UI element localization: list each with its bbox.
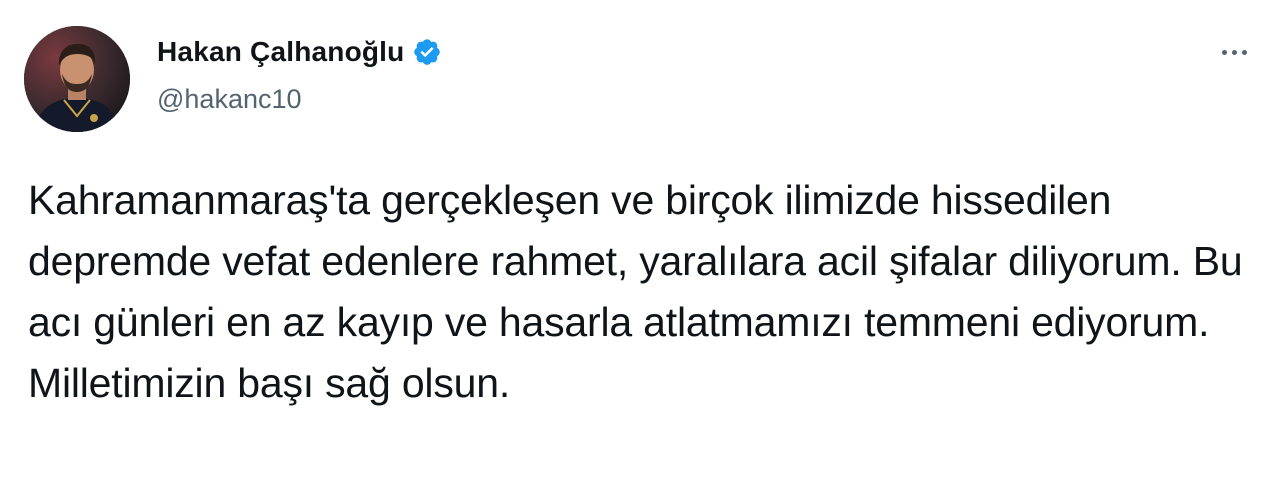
author-name-row: Hakan Çalhanoğlu	[157, 36, 442, 68]
more-options-icon	[1221, 49, 1227, 55]
avatar[interactable]	[24, 26, 130, 132]
display-name[interactable]: Hakan Çalhanoğlu	[157, 36, 404, 68]
more-options-icon	[1231, 49, 1237, 55]
more-options-button[interactable]	[1214, 36, 1254, 68]
more-options-icon	[1241, 49, 1247, 55]
profile-photo-icon	[24, 26, 130, 132]
verified-badge-icon	[412, 37, 442, 67]
handle[interactable]: @hakanc10	[157, 84, 302, 115]
tweet-card: Hakan Çalhanoğlu @hakanc10 Kahramanmaraş…	[0, 0, 1280, 493]
tweet-text: Kahramanmaraş'ta gerçekleşen ve birçok i…	[28, 177, 1243, 406]
